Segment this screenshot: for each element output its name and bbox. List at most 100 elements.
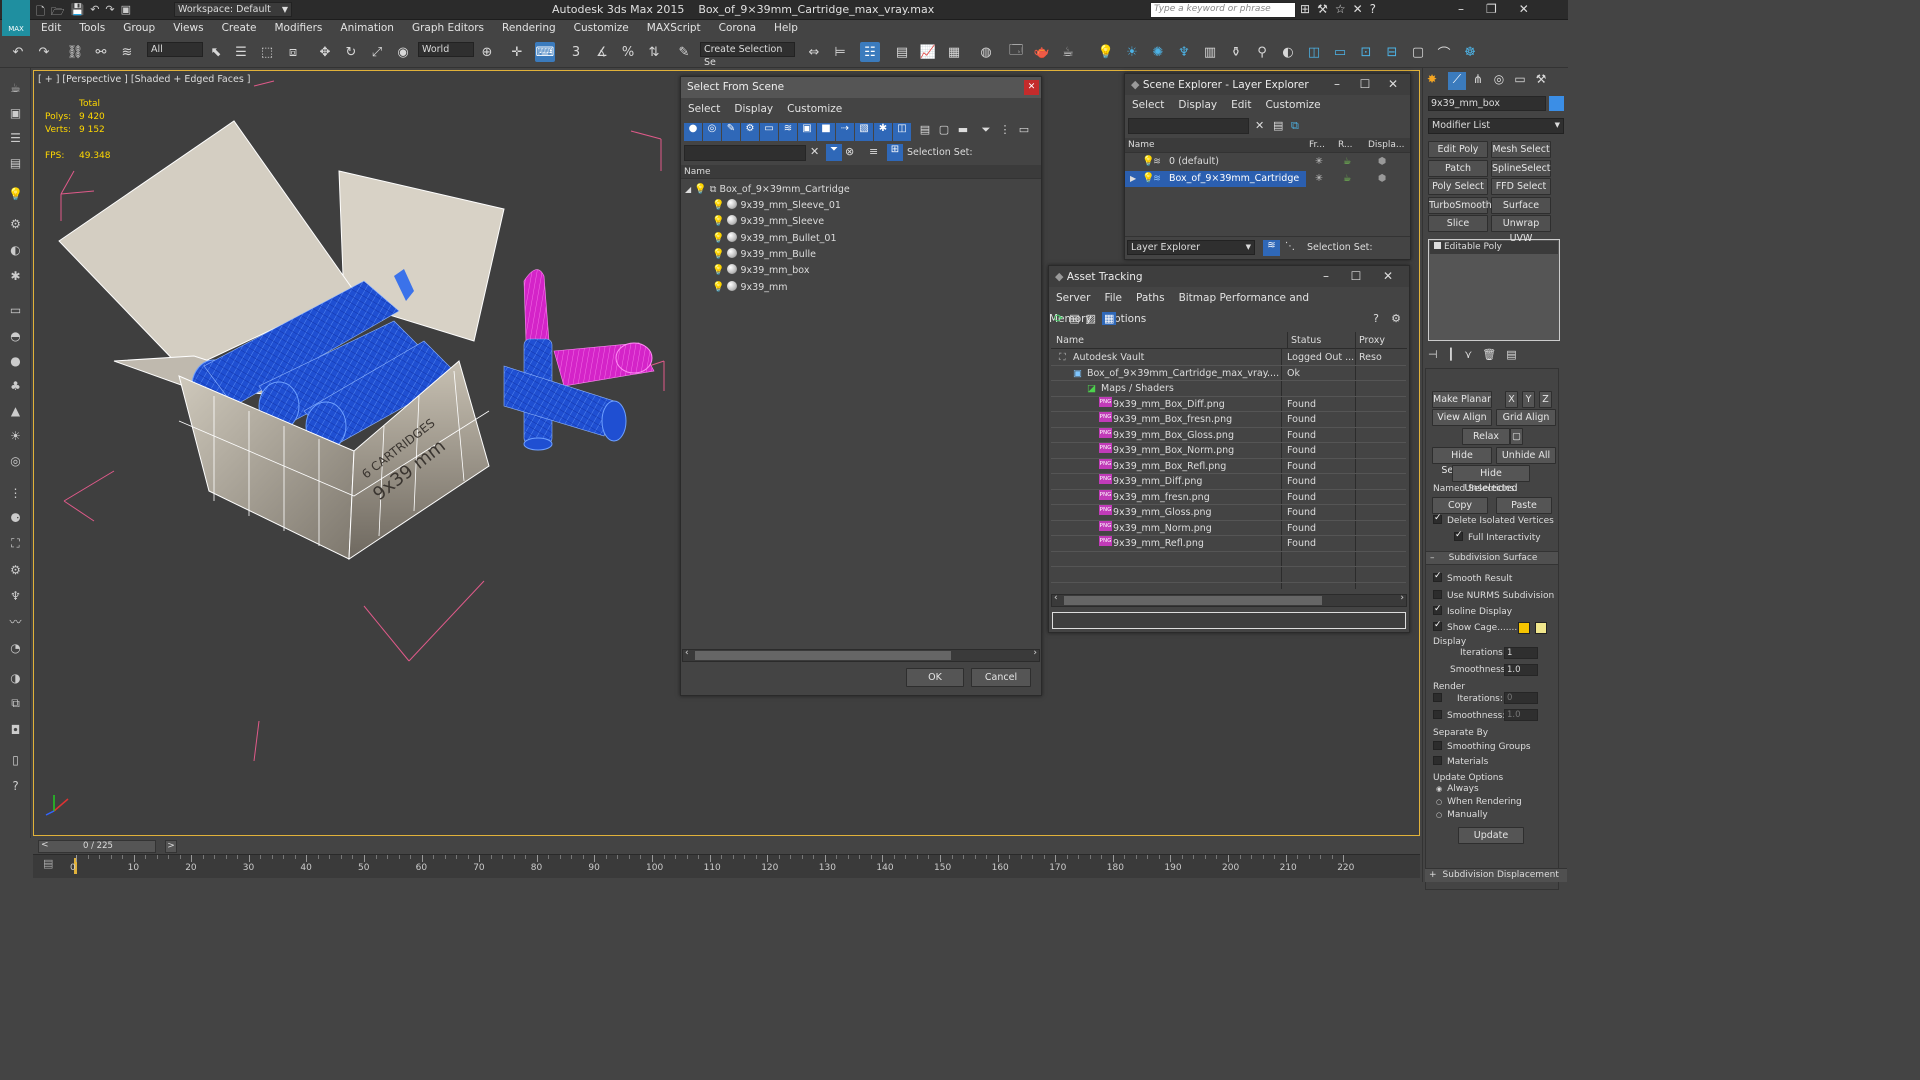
gizmo-icon[interactable]: ⚙ bbox=[6, 214, 25, 233]
sphere-icon[interactable]: ● bbox=[6, 351, 25, 370]
menu-customize[interactable]: Customize bbox=[565, 20, 638, 36]
bulb-icon[interactable]: 💡 bbox=[712, 282, 724, 293]
array-icon[interactable]: ⋮ bbox=[6, 483, 25, 502]
vray-dome-icon[interactable]: ◐ bbox=[1278, 42, 1298, 62]
search-input[interactable]: Type a keyword or phrase bbox=[1150, 2, 1296, 18]
display-spacewarps-icon[interactable]: ≋ bbox=[779, 123, 797, 141]
track-bar[interactable]: ▤ 0 10 20 30 40 50 60 70 80 90 100 110 120 130 140 150 1… bbox=[33, 854, 1420, 878]
rect-selection-icon[interactable]: ⬚ bbox=[257, 42, 277, 62]
checkbox-icon[interactable] bbox=[1433, 590, 1442, 599]
x-button[interactable]: X bbox=[1505, 391, 1518, 408]
select-by-name-icon[interactable]: ☰ bbox=[231, 42, 251, 62]
unhide-all-button[interactable]: Unhide All bbox=[1496, 447, 1556, 464]
bulb-icon[interactable]: 💡 bbox=[712, 200, 724, 211]
modifier-button[interactable]: TurboSmooth bbox=[1428, 196, 1492, 214]
display-hidden-icon[interactable]: ◫ bbox=[893, 123, 911, 141]
select-manipulate-icon[interactable]: ✛ bbox=[507, 42, 527, 62]
time-slider[interactable]: < 0 / 225 > bbox=[38, 840, 177, 853]
manually-radio[interactable]: ○ Manually bbox=[1436, 810, 1488, 820]
se-col-render[interactable]: R... bbox=[1338, 138, 1353, 153]
expand-icon[interactable]: ▶ bbox=[1130, 171, 1136, 187]
asset-row[interactable]: ⛶ Autodesk Vault Logged Out ... bbox=[1051, 350, 1406, 366]
se-col-name[interactable]: Name bbox=[1128, 138, 1155, 153]
find-case-icon[interactable]: ⏷ bbox=[826, 144, 842, 161]
view-align-button[interactable]: View Align bbox=[1432, 409, 1492, 426]
asset-row[interactable]: ◪ Maps / Shaders bbox=[1051, 381, 1406, 397]
when-rendering-radio[interactable]: ○ When Rendering bbox=[1436, 797, 1522, 807]
render-iterations-row[interactable]: Iterations: bbox=[1433, 693, 1503, 704]
panel-icon[interactable]: ▤ bbox=[6, 153, 25, 172]
asset-row[interactable]: PNG 9x39_mm_Box_Diff.png Found bbox=[1051, 396, 1406, 412]
layer-explorer-icon[interactable]: ▤ bbox=[892, 42, 912, 62]
iterations-spinner[interactable]: 1 bbox=[1504, 647, 1538, 659]
render-teapot-icon[interactable]: ☕ bbox=[1343, 171, 1352, 187]
se-menu-display[interactable]: Display bbox=[1171, 99, 1224, 111]
filter-icon[interactable]: ⏷ bbox=[977, 123, 995, 141]
sort-layers-icon[interactable]: ≋ bbox=[1263, 240, 1280, 256]
vray-region-icon[interactable]: ⊡ bbox=[1356, 42, 1376, 62]
refresh-icon[interactable]: ⟳ bbox=[1054, 312, 1063, 325]
checkbox-icon[interactable] bbox=[1454, 530, 1463, 541]
display-none-icon[interactable]: ▢ bbox=[935, 123, 953, 141]
settings-icon[interactable]: ⚙ bbox=[1391, 312, 1401, 325]
object-color-swatch[interactable] bbox=[1549, 96, 1564, 111]
sfs-menu-customize[interactable]: Customize bbox=[780, 103, 849, 115]
undo-icon[interactable]: ↶ bbox=[8, 42, 28, 62]
menu-help[interactable]: Help bbox=[765, 20, 807, 36]
at-hscrollbar[interactable]: ‹ › bbox=[1051, 593, 1407, 607]
pivot-center-icon[interactable]: ⊕ bbox=[477, 42, 497, 62]
modify-tab-icon[interactable]: ⟋ bbox=[1448, 72, 1466, 90]
explorer-type-dropdown[interactable]: Layer Explorer ▼ bbox=[1127, 240, 1255, 255]
tree-item[interactable]: 💡 9x39_mm_Sleeve bbox=[712, 214, 824, 230]
se-search-input[interactable] bbox=[1128, 118, 1249, 134]
delete-isolated-checkbox[interactable]: Delete Isolated Vertices bbox=[1433, 513, 1554, 526]
freeze-icon[interactable]: ✳ bbox=[1315, 154, 1323, 170]
se-menu-select[interactable]: Select bbox=[1125, 99, 1171, 111]
display-helpers-icon[interactable]: ▭ bbox=[760, 123, 778, 141]
menu-corona[interactable]: Corona bbox=[710, 20, 765, 36]
modifier-button[interactable]: Unwrap UVW bbox=[1491, 215, 1551, 244]
configure-sets-icon[interactable]: ▤ bbox=[1506, 348, 1516, 362]
mirror-icon[interactable]: ⇔ bbox=[804, 42, 824, 62]
bind-space-warp-icon[interactable]: ≋ bbox=[117, 42, 137, 62]
thumbnail-icon[interactable]: ▨ bbox=[1086, 312, 1096, 325]
at-menu-paths[interactable]: Paths bbox=[1129, 292, 1172, 304]
move-icon[interactable]: ✥ bbox=[315, 42, 335, 62]
asset-row[interactable]: PNG 9x39_mm_Diff.png Found bbox=[1051, 474, 1406, 490]
asset-row[interactable]: ▣ Box_of_9×39mm_Cartridge_max_vray.... Ok bbox=[1051, 366, 1406, 381]
at-col-status[interactable]: Status bbox=[1287, 332, 1321, 349]
light-icon[interactable]: 💡 bbox=[6, 184, 25, 203]
menu-edit[interactable]: Edit bbox=[32, 20, 70, 36]
torus-icon[interactable]: ◎ bbox=[6, 451, 25, 470]
close-window-icon[interactable]: ✕ bbox=[1519, 2, 1529, 16]
make-planar-button[interactable]: Make Planar bbox=[1432, 391, 1492, 408]
relax-button[interactable]: Relax bbox=[1462, 428, 1510, 445]
smooth-result-checkbox[interactable]: Smooth Result bbox=[1433, 571, 1512, 584]
menu-modifiers[interactable]: Modifiers bbox=[265, 20, 331, 36]
create-tab-icon[interactable]: ✸ bbox=[1427, 72, 1445, 90]
display-containers-icon[interactable]: ▧ bbox=[855, 123, 873, 141]
rendered-frame-icon[interactable]: 🫖 bbox=[1032, 42, 1052, 62]
vray-mesh-icon[interactable]: ⌒ bbox=[1434, 42, 1454, 62]
window-crossing-icon[interactable]: ⧈ bbox=[283, 42, 303, 62]
selection-filter-dropdown[interactable]: All bbox=[147, 42, 203, 57]
teapot-icon[interactable]: ☕ bbox=[6, 78, 25, 97]
bulb-icon[interactable]: 💡 bbox=[712, 216, 724, 227]
vray-env-icon[interactable]: ▢ bbox=[1408, 42, 1428, 62]
camera-icon[interactable]: ◐ bbox=[6, 240, 25, 259]
render-iterations-spinner[interactable]: 0 bbox=[1504, 692, 1538, 704]
display-box-icon[interactable]: ⬢ bbox=[1378, 154, 1386, 170]
material-editor-icon[interactable]: ◍ bbox=[976, 42, 996, 62]
link-icon[interactable]: ⛓ bbox=[65, 42, 85, 62]
menu-graph-editors[interactable]: Graph Editors bbox=[403, 20, 493, 36]
tree-item[interactable]: 💡 9x39_mm_Bulle bbox=[712, 247, 816, 263]
vray-proxy-icon[interactable]: ♆ bbox=[1174, 42, 1194, 62]
bulb-icon[interactable]: 💡 bbox=[712, 233, 724, 244]
ok-button[interactable]: OK bbox=[906, 668, 964, 687]
help-circle-icon[interactable]: ? bbox=[6, 776, 25, 795]
display-invert-icon[interactable]: ▬ bbox=[954, 123, 972, 141]
image-icon[interactable]: ▣ bbox=[6, 103, 25, 122]
se-menu-customize[interactable]: Customize bbox=[1258, 99, 1327, 111]
percent-snap-icon[interactable]: % bbox=[618, 42, 638, 62]
render-smoothness-spinner[interactable]: 1.0 bbox=[1504, 709, 1538, 721]
